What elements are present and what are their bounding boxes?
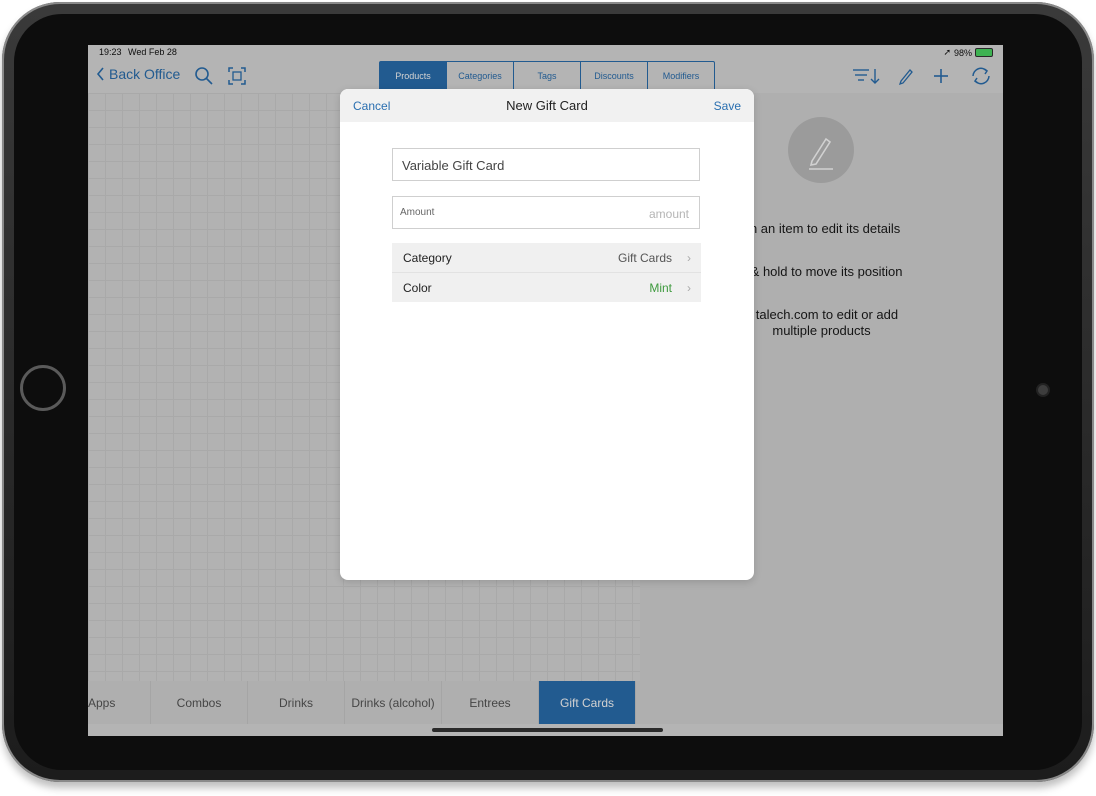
save-button[interactable]: Save (714, 99, 741, 113)
color-row[interactable]: Color Mint › (392, 273, 701, 302)
home-button[interactable] (20, 365, 66, 411)
color-row-label: Color (403, 281, 432, 295)
amount-field: Amount (392, 196, 700, 230)
camera-icon (1038, 385, 1048, 395)
amount-label: Amount (400, 207, 435, 218)
settings-list: Category Gift Cards › Color Mint › (392, 243, 701, 302)
color-row-value: Mint (649, 281, 672, 295)
dialog-header: Cancel New Gift Card Save (340, 89, 754, 122)
category-row-label: Category (403, 251, 452, 265)
amount-input[interactable] (567, 197, 691, 230)
category-row-value: Gift Cards (617, 251, 672, 265)
gift-card-name-input[interactable] (400, 149, 694, 182)
chevron-right-icon: › (687, 281, 691, 295)
dialog-title: New Gift Card (506, 98, 588, 113)
category-row[interactable]: Category Gift Cards › (392, 243, 701, 273)
home-indicator[interactable] (432, 728, 663, 732)
gift-card-name-field (392, 148, 700, 182)
new-gift-card-dialog: Cancel New Gift Card Save Amount Categor… (340, 89, 754, 580)
chevron-right-icon: › (687, 251, 691, 265)
screen: 19:23 Wed Feb 28 ➚ 98% Back Office Produ… (88, 45, 1003, 736)
